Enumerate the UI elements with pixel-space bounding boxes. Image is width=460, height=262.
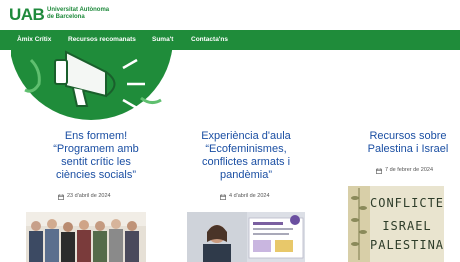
nav-item-sumat[interactable]: Suma't	[152, 36, 173, 44]
card-2-video-thumbnail[interactable]	[187, 212, 305, 262]
olive-branch-icon	[351, 188, 367, 260]
main-navbar: Àmix Crítix Recursos recomanats Suma't C…	[0, 30, 460, 50]
hero-illustration	[11, 50, 173, 120]
card-3-title[interactable]: Recursos sobre Palestina i Israel	[356, 130, 460, 156]
calendar-icon	[220, 193, 226, 200]
card-3-date: 7 de febrer de 2024	[376, 167, 433, 174]
uab-logo-text[interactable]: Universitat Autònoma de Barcelona	[47, 7, 109, 21]
calendar-icon	[376, 167, 382, 174]
card-3-title-line-2: Palestina i Israel	[367, 143, 449, 155]
card-2-title-line-2: “Ecofeminismes,	[205, 143, 287, 155]
card-1-title-line-4: ciències socials”	[55, 169, 137, 181]
card-1-title[interactable]: Ens formem! “Programem amb sentit crític…	[34, 130, 158, 182]
card-1-title-line-1: Ens formem!	[64, 130, 128, 142]
card-2-date-text: 4 d'abril de 2024	[229, 193, 270, 199]
calendar-icon	[58, 193, 64, 200]
card-2-title-line-1: Experiència d'aula	[201, 130, 291, 142]
card-3-date-text: 7 de febrer de 2024	[385, 167, 434, 173]
card-2-date: 4 d'abril de 2024	[220, 193, 270, 200]
card-2-title-line-3: conflictes armats i	[201, 156, 291, 168]
book-cover-line-3: PALESTINA	[370, 238, 444, 252]
group-photo-image	[26, 212, 146, 262]
card-2-title[interactable]: Experiència d'aula “Ecofeminismes, confl…	[184, 130, 308, 182]
book-cover-line-1: CONFLICTE	[370, 196, 444, 210]
uab-logo[interactable]: UAB	[9, 6, 45, 23]
card-1-title-line-2: “Programem amb	[53, 143, 139, 155]
card-3-title-line-1: Recursos sobre	[369, 130, 447, 142]
card-1-title-line-3: sentit crític les	[61, 156, 131, 168]
card-1-date: 23 d'abril de 2024	[58, 193, 111, 200]
logo-line-1: Universitat Autònoma	[47, 7, 110, 13]
nav-item-contactans[interactable]: Contacta'ns	[191, 36, 228, 44]
book-cover-title: CONFLICTE ISRAEL PALESTINA	[370, 196, 444, 253]
card-3-book-cover[interactable]: CONFLICTE ISRAEL PALESTINA	[348, 186, 444, 262]
book-cover-line-2: ISRAEL	[382, 219, 432, 233]
logo-line-2: de Barcelona	[47, 14, 85, 20]
site-header: UAB Universitat Autònoma de Barcelona	[0, 0, 460, 28]
nav-item-recursos-recomanats[interactable]: Recursos recomanats	[68, 36, 136, 44]
video-call-image	[187, 212, 305, 262]
globe-megaphone-illustration	[11, 50, 173, 120]
card-1-date-text: 23 d'abril de 2024	[67, 193, 111, 199]
nav-item-amix-critix[interactable]: Àmix Crítix	[17, 36, 51, 44]
card-2-title-line-4: pandèmia”	[220, 169, 272, 181]
card-1-photo[interactable]	[26, 212, 146, 262]
